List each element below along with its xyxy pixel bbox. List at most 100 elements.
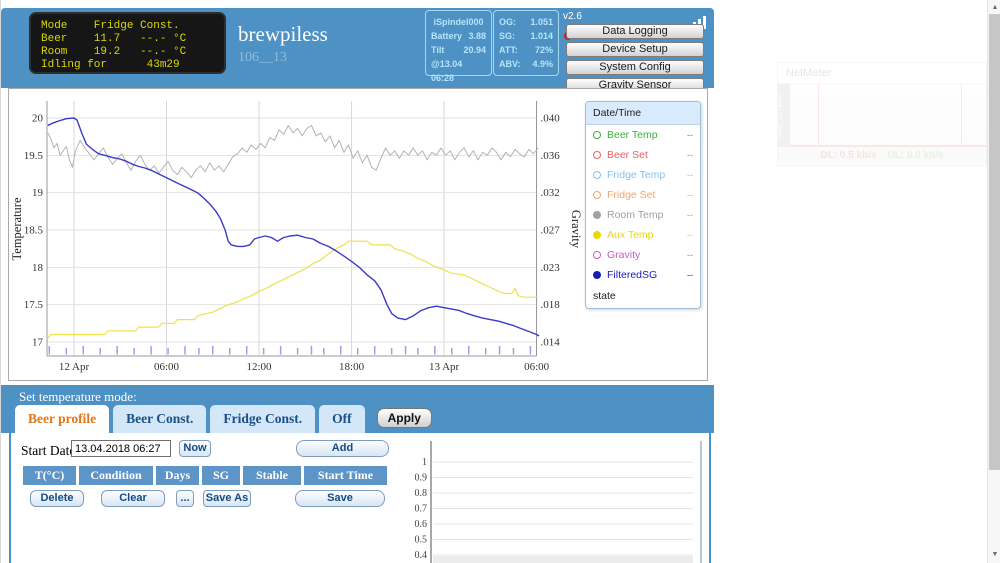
svg-text:0.7: 0.7 <box>415 504 428 515</box>
scroll-down-icon[interactable]: ▼ <box>988 549 1000 561</box>
tab-beer-profile[interactable]: Beer profile <box>15 405 109 433</box>
legend-row-fridge-temp[interactable]: Fridge Temp -- <box>586 165 700 185</box>
series-label: Fridge Temp <box>607 169 681 181</box>
lcd-line-room: Room 19.2 --.- °C <box>41 46 224 59</box>
series-room-temp <box>48 126 538 178</box>
series-aux-temp <box>48 241 538 338</box>
svg-text:18.5: 18.5 <box>24 224 44 236</box>
mode-tabs: Beer profileBeer Const.Fridge Const.Off A… <box>15 405 432 433</box>
tab-off[interactable]: Off <box>319 405 365 433</box>
data-logging-button[interactable]: Data Logging <box>566 24 704 39</box>
abv-label: ABV: <box>499 57 521 71</box>
ispindel-name: iSpindel000 <box>426 15 491 29</box>
legend-row-fridge-set[interactable]: Fridge Set -- <box>586 185 700 205</box>
scrollbar-thumb[interactable] <box>989 14 1000 470</box>
ispindel-tilt-row: Tilt 20.94 <box>426 43 491 57</box>
legend-row-beer-set[interactable]: Beer Set -- <box>586 145 700 165</box>
svg-text:0.4: 0.4 <box>415 550 428 561</box>
series-marker-icon <box>593 271 601 279</box>
series-label: Gravity <box>607 249 681 261</box>
netmeter-footer: DL: 0.5 kb/s UL: 0.0 kb/s <box>778 147 986 164</box>
svg-text:.027: .027 <box>541 224 561 236</box>
scroll-up-icon[interactable]: ▲ <box>988 2 1000 14</box>
svg-text:12:00: 12:00 <box>247 361 273 373</box>
svg-text:19: 19 <box>32 187 44 199</box>
more-options-button[interactable]: ... <box>176 490 194 507</box>
svg-text:20: 20 <box>32 112 44 124</box>
column-header: Condition <box>79 466 153 485</box>
series-label: Beer Set <box>607 149 681 161</box>
svg-text:Temperature: Temperature <box>10 197 24 260</box>
abv-row: ABV: 4.9% <box>494 57 558 71</box>
series-marker-icon <box>593 171 601 179</box>
beer-profile-editor: Start Date: Now Add T(°C)ConditionDaysSG… <box>9 433 711 563</box>
lcd-status-display: Mode Fridge Const. Beer 11.7 --.- °C Roo… <box>29 12 226 74</box>
page-subtitle: 106__13 <box>238 50 328 66</box>
title-block: brewpiless 106__13 <box>238 22 328 66</box>
profile-table-header: T(°C)ConditionDaysSGStableStart Time <box>23 466 387 485</box>
add-button[interactable]: Add <box>296 440 389 457</box>
series-value: -- <box>687 250 693 260</box>
save-as-button[interactable]: Save As <box>203 490 251 507</box>
ispindel-battery-row: Battery 3.88 <box>426 29 491 43</box>
delete-button[interactable]: Delete <box>30 490 84 507</box>
legend-row-filteredsg[interactable]: FilteredSG-- <box>586 265 700 285</box>
tab-beer-const-[interactable]: Beer Const. <box>113 405 206 433</box>
gravity-info-box: OG: 1.051 SG: 1.014 ATT: 72% ABV: 4.9% <box>493 10 559 76</box>
chart-legend: Date/Time Beer Temp--Beer Set--Fridge Te… <box>585 101 701 309</box>
svg-text:0.8: 0.8 <box>415 488 428 499</box>
legend-row-room-temp[interactable]: Room Temp -- <box>586 205 700 225</box>
svg-text:0.9: 0.9 <box>415 473 428 484</box>
legend-row-aux-temp[interactable]: Aux Temp-- <box>586 225 700 245</box>
svg-text:.032: .032 <box>541 187 560 199</box>
device-setup-button[interactable]: Device Setup <box>566 42 704 57</box>
series-value: -- <box>687 170 693 180</box>
svg-text:1: 1 <box>422 457 427 468</box>
start-date-input[interactable] <box>71 440 171 457</box>
svg-text:Gravity: Gravity <box>569 210 583 249</box>
clear-button[interactable]: Clear <box>101 490 165 507</box>
vertical-scrollbar[interactable]: ▲ ▼ <box>987 0 1000 563</box>
series-marker-icon <box>593 131 601 139</box>
svg-text:0.6: 0.6 <box>415 519 428 530</box>
legend-datetime-header: Date/Time <box>586 102 700 125</box>
series-value: -- <box>687 230 693 240</box>
save-button[interactable]: Save <box>295 490 385 507</box>
set-temperature-mode-label: Set temperature mode: <box>19 389 137 405</box>
series-value: -- <box>687 150 693 160</box>
tab-fridge-const-[interactable]: Fridge Const. <box>210 405 315 433</box>
system-config-button[interactable]: System Config <box>566 60 704 75</box>
column-header: Start Time <box>304 466 387 485</box>
netmeter-overlay: NetMeter MAX: 2.67 Mb/s DL: 0.5 kb/s UL:… <box>777 62 987 166</box>
temperature-gravity-chart[interactable]: 1717.51818.51919.520.014.018.023.027.032… <box>9 89 589 380</box>
series-label: Fridge Set <box>607 189 681 201</box>
lcd-line-mode: Mode Fridge Const. <box>41 20 224 33</box>
series-value: -- <box>687 130 693 140</box>
svg-text:.040: .040 <box>541 112 561 124</box>
now-button[interactable]: Now <box>179 440 211 457</box>
series-value: -- <box>687 210 693 220</box>
tilt-label: Tilt <box>431 43 444 57</box>
chart-panel: 1717.51818.51919.520.014.018.023.027.032… <box>8 88 708 381</box>
series-marker-icon <box>593 211 601 219</box>
netmeter-baseline <box>790 145 986 147</box>
series-value: -- <box>687 190 693 200</box>
sg-value: 1.014 <box>530 29 553 43</box>
legend-row-gravity[interactable]: Gravity -- <box>586 245 700 265</box>
netmeter-upload-rate: UL: 0.0 kb/s <box>887 150 943 161</box>
svg-text:12 Apr: 12 Apr <box>59 361 90 373</box>
series-label: Room Temp <box>607 209 681 221</box>
svg-text:.036: .036 <box>541 150 561 162</box>
legend-row-beer-temp[interactable]: Beer Temp-- <box>586 125 700 145</box>
apply-button[interactable]: Apply <box>377 408 432 428</box>
abv-value: 4.9% <box>532 57 553 71</box>
ispindel-timestamp: @13.04 06:28 <box>426 57 491 71</box>
sg-label: SG: <box>499 29 515 43</box>
svg-text:19.5: 19.5 <box>24 150 44 162</box>
svg-text:17.5: 17.5 <box>24 299 44 311</box>
column-header: Stable <box>243 466 301 485</box>
legend-state-label: state <box>586 285 700 308</box>
battery-label: Battery <box>431 29 462 43</box>
netmeter-spike <box>818 84 819 147</box>
lcd-line-beer: Beer 11.7 --.- °C <box>41 33 224 46</box>
